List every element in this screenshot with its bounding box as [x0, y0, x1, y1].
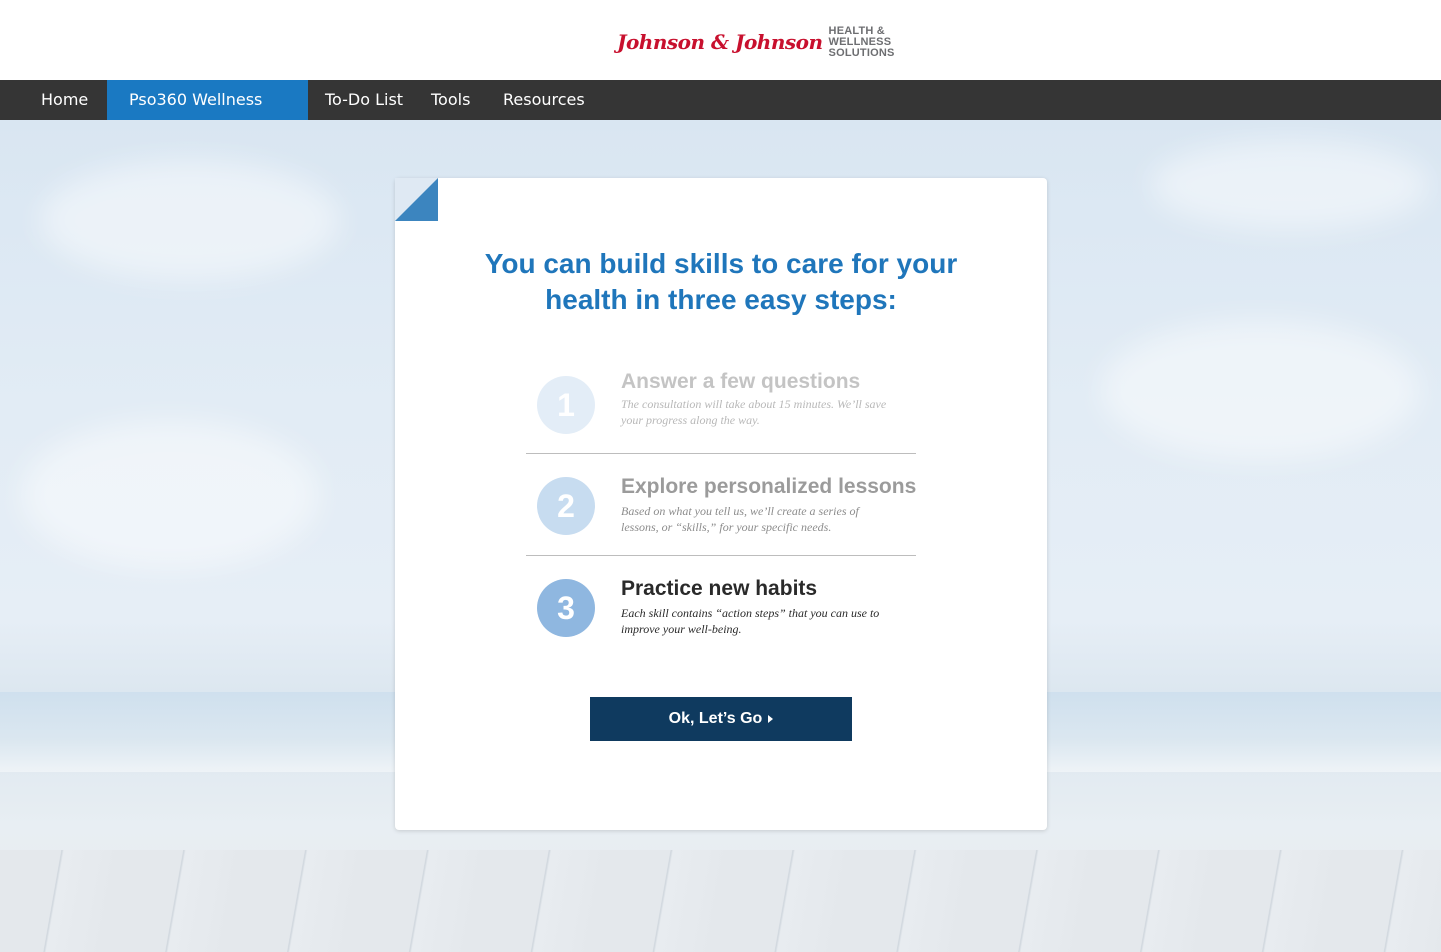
- step-description: The consultation will take about 15 minu…: [621, 397, 887, 427]
- steps-card: You can build skills to care for your he…: [395, 178, 1047, 830]
- lets-go-label: Ok, Let’s Go: [668, 710, 763, 727]
- step-description: Based on what you tell us, we’ll create …: [621, 504, 859, 534]
- jnj-logo[interactable]: Johnson & Johnson HEALTH & WELLNESS SOLU…: [617, 24, 895, 60]
- logo-sub-line: HEALTH &: [828, 24, 885, 37]
- logo-wordmark: Johnson & Johnson: [617, 30, 823, 54]
- logo-sub-line: SOLUTIONS: [828, 46, 895, 59]
- step-divider: [526, 555, 916, 556]
- step-title: Answer a few questions: [621, 370, 861, 393]
- nav-item-resources[interactable]: Resources: [503, 80, 585, 120]
- card-title: You can build skills to care for your he…: [395, 246, 1047, 318]
- nav-item-tools[interactable]: Tools: [431, 80, 470, 120]
- main-nav: Home Pso360 Wellness Skills To-Do List T…: [0, 80, 1441, 149]
- step-1: 1 Answer a few questions The consultatio…: [526, 370, 916, 436]
- cloud: [20, 420, 320, 570]
- step-divider: [526, 453, 916, 454]
- step-number-badge: 1: [537, 376, 595, 434]
- caret-right-icon: [768, 714, 774, 723]
- wooden-deck: [0, 850, 1441, 952]
- nav-item-todo-list[interactable]: To-Do List: [325, 80, 403, 120]
- site-header: Johnson & Johnson HEALTH & WELLNESS SOLU…: [0, 0, 1441, 80]
- step-2: 2 Explore personalized lessons Based on …: [526, 475, 917, 537]
- logo-script-text: Johnson & Johnson: [617, 30, 823, 54]
- step-number-badge: 2: [537, 477, 595, 535]
- step-number-badge: 3: [537, 579, 595, 637]
- step-title: Explore personalized lessons: [621, 475, 917, 498]
- logo-sub-line: WELLNESS: [828, 35, 892, 48]
- nav-item-wellness-skills[interactable]: Pso360 Wellness Skills: [107, 80, 308, 149]
- cloud: [1100, 320, 1420, 460]
- card-fold-corner: [395, 178, 438, 221]
- card-title-line2: health in three easy steps:: [545, 284, 897, 315]
- step-title: Practice new habits: [621, 577, 818, 600]
- lets-go-button[interactable]: Ok, Let’s Go: [590, 697, 852, 741]
- nav-item-home[interactable]: Home: [41, 80, 88, 120]
- card-title-line1: You can build skills to care for your: [484, 248, 958, 279]
- cloud: [40, 160, 340, 280]
- step-3: 3 Practice new habits Each skill contain…: [526, 577, 916, 639]
- logo-subtitle: HEALTH & WELLNESS SOLUTIONS: [828, 24, 895, 59]
- cloud: [1150, 140, 1430, 230]
- step-description: Each skill contains “action steps” that …: [621, 606, 880, 636]
